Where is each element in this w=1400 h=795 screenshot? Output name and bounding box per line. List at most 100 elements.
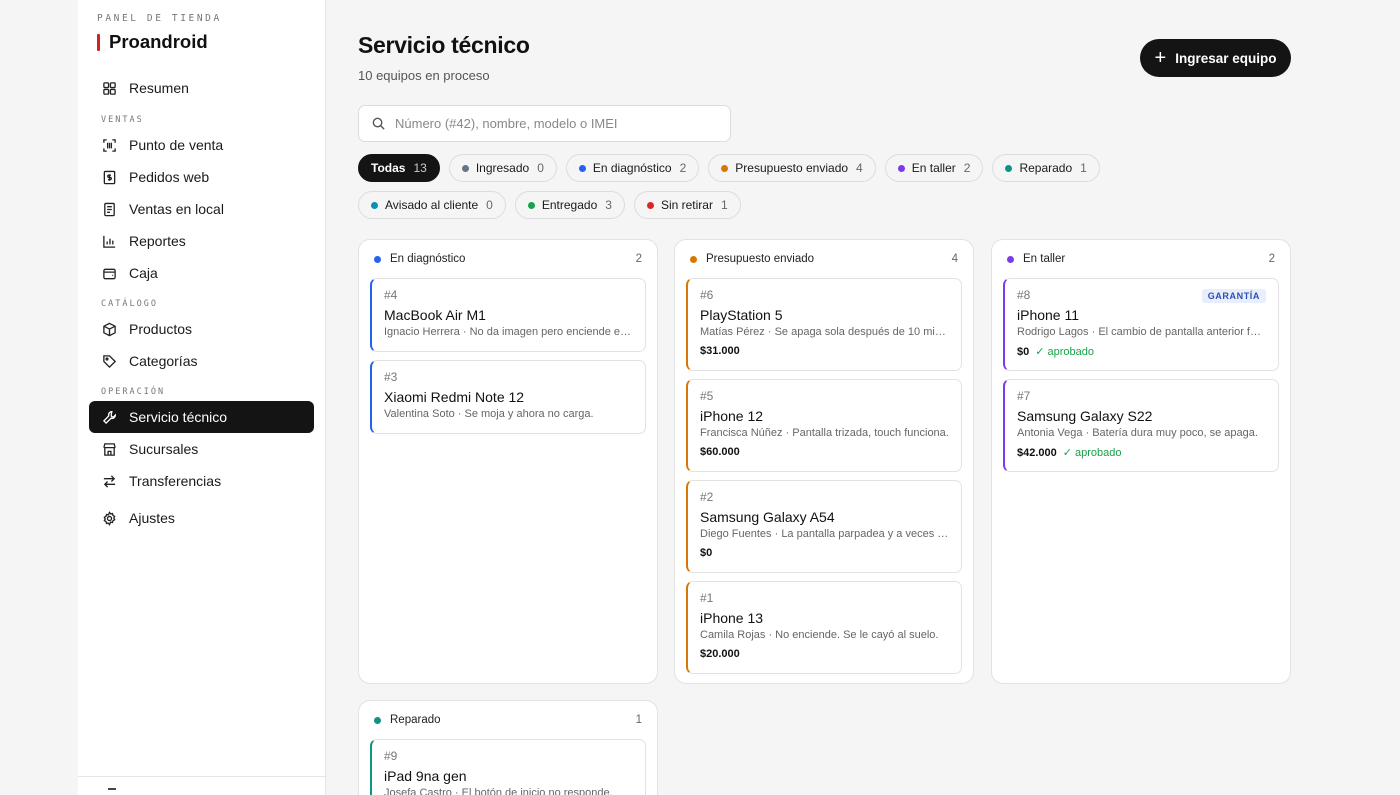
search-input[interactable] [395,116,725,131]
sidebar-item-caja[interactable]: Caja [89,257,314,289]
card-price: $0 ✓ aprobado [1017,345,1266,359]
card-description: Rodrigo Lagos · El cambio de pantalla an… [1017,326,1266,338]
column-title: Presupuesto enviado [706,253,815,265]
device-model: MacBook Air M1 [384,307,486,323]
page-title: Servicio técnico [358,32,530,58]
search-box[interactable] [358,105,731,142]
filter-chip-todas[interactable]: Todas 13 [358,154,440,182]
filter-chip-reparado[interactable]: Reparado 1 [992,154,1100,182]
filter-chip-label: En diagnóstico [592,161,672,175]
repair-card[interactable]: #3 Xiaomi Redmi Note 12 Valentina Soto ·… [370,360,646,434]
column-count: 1 [635,714,642,726]
repair-card[interactable]: #2 Samsung Galaxy A54 Diego Fuentes · La… [686,480,962,573]
ticket-number: #4 [384,288,398,302]
status-dot-icon [527,201,535,209]
box-icon [103,322,116,336]
kanban-column-reparado: Reparado 1 #9 iPad 9na gen Josefa Castro… [358,700,658,795]
column-header: En diagnóstico 2 [370,240,646,278]
dashboard-icon [103,81,116,95]
add-device-button[interactable]: + Ingresar equipo [1140,39,1291,77]
main-content: Servicio técnico 10 equipos en proceso +… [326,0,1400,795]
filter-chip-avisado-al-cliente[interactable]: Avisado al cliente 0 [358,191,506,219]
sidebar-item-reportes[interactable]: Reportes [89,225,314,257]
gear-icon [103,510,116,526]
filter-chip-count: 2 [679,161,687,175]
search-icon [372,117,385,130]
sidebar-item-punto-de-venta[interactable]: Punto de venta [89,129,314,161]
card-description: Diego Fuentes · La pantalla parpadea y a… [700,528,949,540]
device-model: iPhone 11 [1017,307,1080,323]
sidebar-item-label: Servicio técnico [129,409,228,425]
status-dot-icon [690,255,697,263]
status-dot-icon [646,201,654,209]
status-dot-icon [461,164,469,172]
card-price: $60.000 [700,446,949,458]
filter-chip-label: Avisado al cliente [385,198,479,212]
repair-card[interactable]: #1 iPhone 13 Camila Rojas · No enciende.… [686,581,962,674]
sidebar-footer-icon[interactable] [108,788,116,792]
filter-chip-sin-retirar[interactable]: Sin retirar 1 [633,191,741,219]
brand-mark-icon [97,33,100,51]
sidebar-item-ventas-en-local[interactable]: Ventas en local [89,193,314,225]
filter-chip-en-diagnostico[interactable]: En diagnóstico 2 [565,154,700,182]
repair-card[interactable]: #9 iPad 9na gen Josefa Castro · El botón… [370,739,646,795]
ticket-number: #6 [700,288,714,302]
device-model: iPad 9na gen [384,768,467,784]
card-description: Valentina Soto · Se moja y ahora no carg… [384,408,594,420]
brand-name: Proandroid [109,31,208,52]
filter-chip-ingresado[interactable]: Ingresado 0 [448,154,557,182]
sidebar-item-label: Ajustes [129,510,175,526]
arrows-swap-icon [103,474,116,488]
sidebar-item-sucursales[interactable]: Sucursales [89,433,314,465]
sidebar-item-ajustes[interactable]: Ajustes [89,502,314,534]
repair-card[interactable]: #5 iPhone 12 Francisca Núñez · Pantalla … [686,379,962,472]
status-dot-icon [1007,255,1014,263]
filter-chip-count: 0 [486,198,493,212]
add-device-button-label: Ingresar equipo [1175,50,1277,66]
filter-chip-count: 1 [720,198,728,212]
repair-card[interactable]: #6 PlayStation 5 Matías Pérez · Se apaga… [686,278,962,371]
card-price: $20.000 [700,648,949,660]
filter-chip-count: 1 [1080,161,1087,175]
sidebar-item-label: Caja [129,265,158,281]
filter-chip-count: 0 [537,161,544,175]
sidebar-item-label: Resumen [129,80,189,96]
ticket-number: #3 [384,370,398,384]
sidebar-item-label: Sucursales [129,441,199,457]
device-model: iPhone 12 [700,408,764,424]
price-value: $60.000 [700,446,740,458]
filter-chip-label: Presupuesto enviado [735,161,849,175]
filter-chip-entregado[interactable]: Entregado 3 [514,191,625,219]
nav-section-operacion: OPERACIÓN [101,387,166,397]
nav-section-ventas: VENTAS [101,115,144,125]
sidebar-item-pedidos-web[interactable]: Pedidos web [89,161,314,193]
sidebar-item-transferencias[interactable]: Transferencias [89,465,314,497]
column-title: En diagnóstico [390,253,466,265]
filter-chip-en-taller[interactable]: En taller 2 [884,154,984,182]
plus-icon: + [1154,47,1167,69]
filter-chip-count: 13 [413,161,427,175]
filter-chip-count: 2 [963,161,971,175]
repair-card[interactable]: #4 MacBook Air M1 Ignacio Herrera · No d… [370,278,646,352]
wrench-icon [102,410,116,424]
repair-card[interactable]: #7 Samsung Galaxy S22 Antonia Vega · Bat… [1003,379,1279,472]
column-count: 4 [951,253,958,265]
sidebar-item-resumen[interactable]: Resumen [89,72,314,104]
document-lines-icon [104,202,115,216]
device-model: Samsung Galaxy S22 [1017,408,1153,424]
sidebar-item-productos[interactable]: Productos [89,313,314,345]
filter-chip-label: Sin retirar [660,198,713,212]
kanban-column-presupuesto-enviado: Presupuesto enviado 4 #6 PlayStation 5 M… [674,239,974,684]
card-description: Camila Rojas · No enciende. Se le cayó a… [700,629,939,641]
repair-card[interactable]: GARANTÍA #8 iPhone 11 Rodrigo Lagos · El… [1003,278,1279,371]
filter-chip-presupuesto-enviado[interactable]: Presupuesto enviado 4 [708,154,876,182]
sidebar-item-categorias[interactable]: Categorías [89,345,314,377]
brand[interactable]: Proandroid [97,31,208,53]
ticket-number: #2 [700,490,714,504]
sidebar-item-servicio-tecnico[interactable]: Servicio técnico [89,401,314,433]
device-model: PlayStation 5 [700,307,783,323]
price-value: $0 [1017,345,1030,358]
card-price: $42.000 ✓ aprobado [1017,446,1266,460]
card-price: $31.000 [700,345,949,357]
filter-chip-label: Entregado [541,198,598,212]
